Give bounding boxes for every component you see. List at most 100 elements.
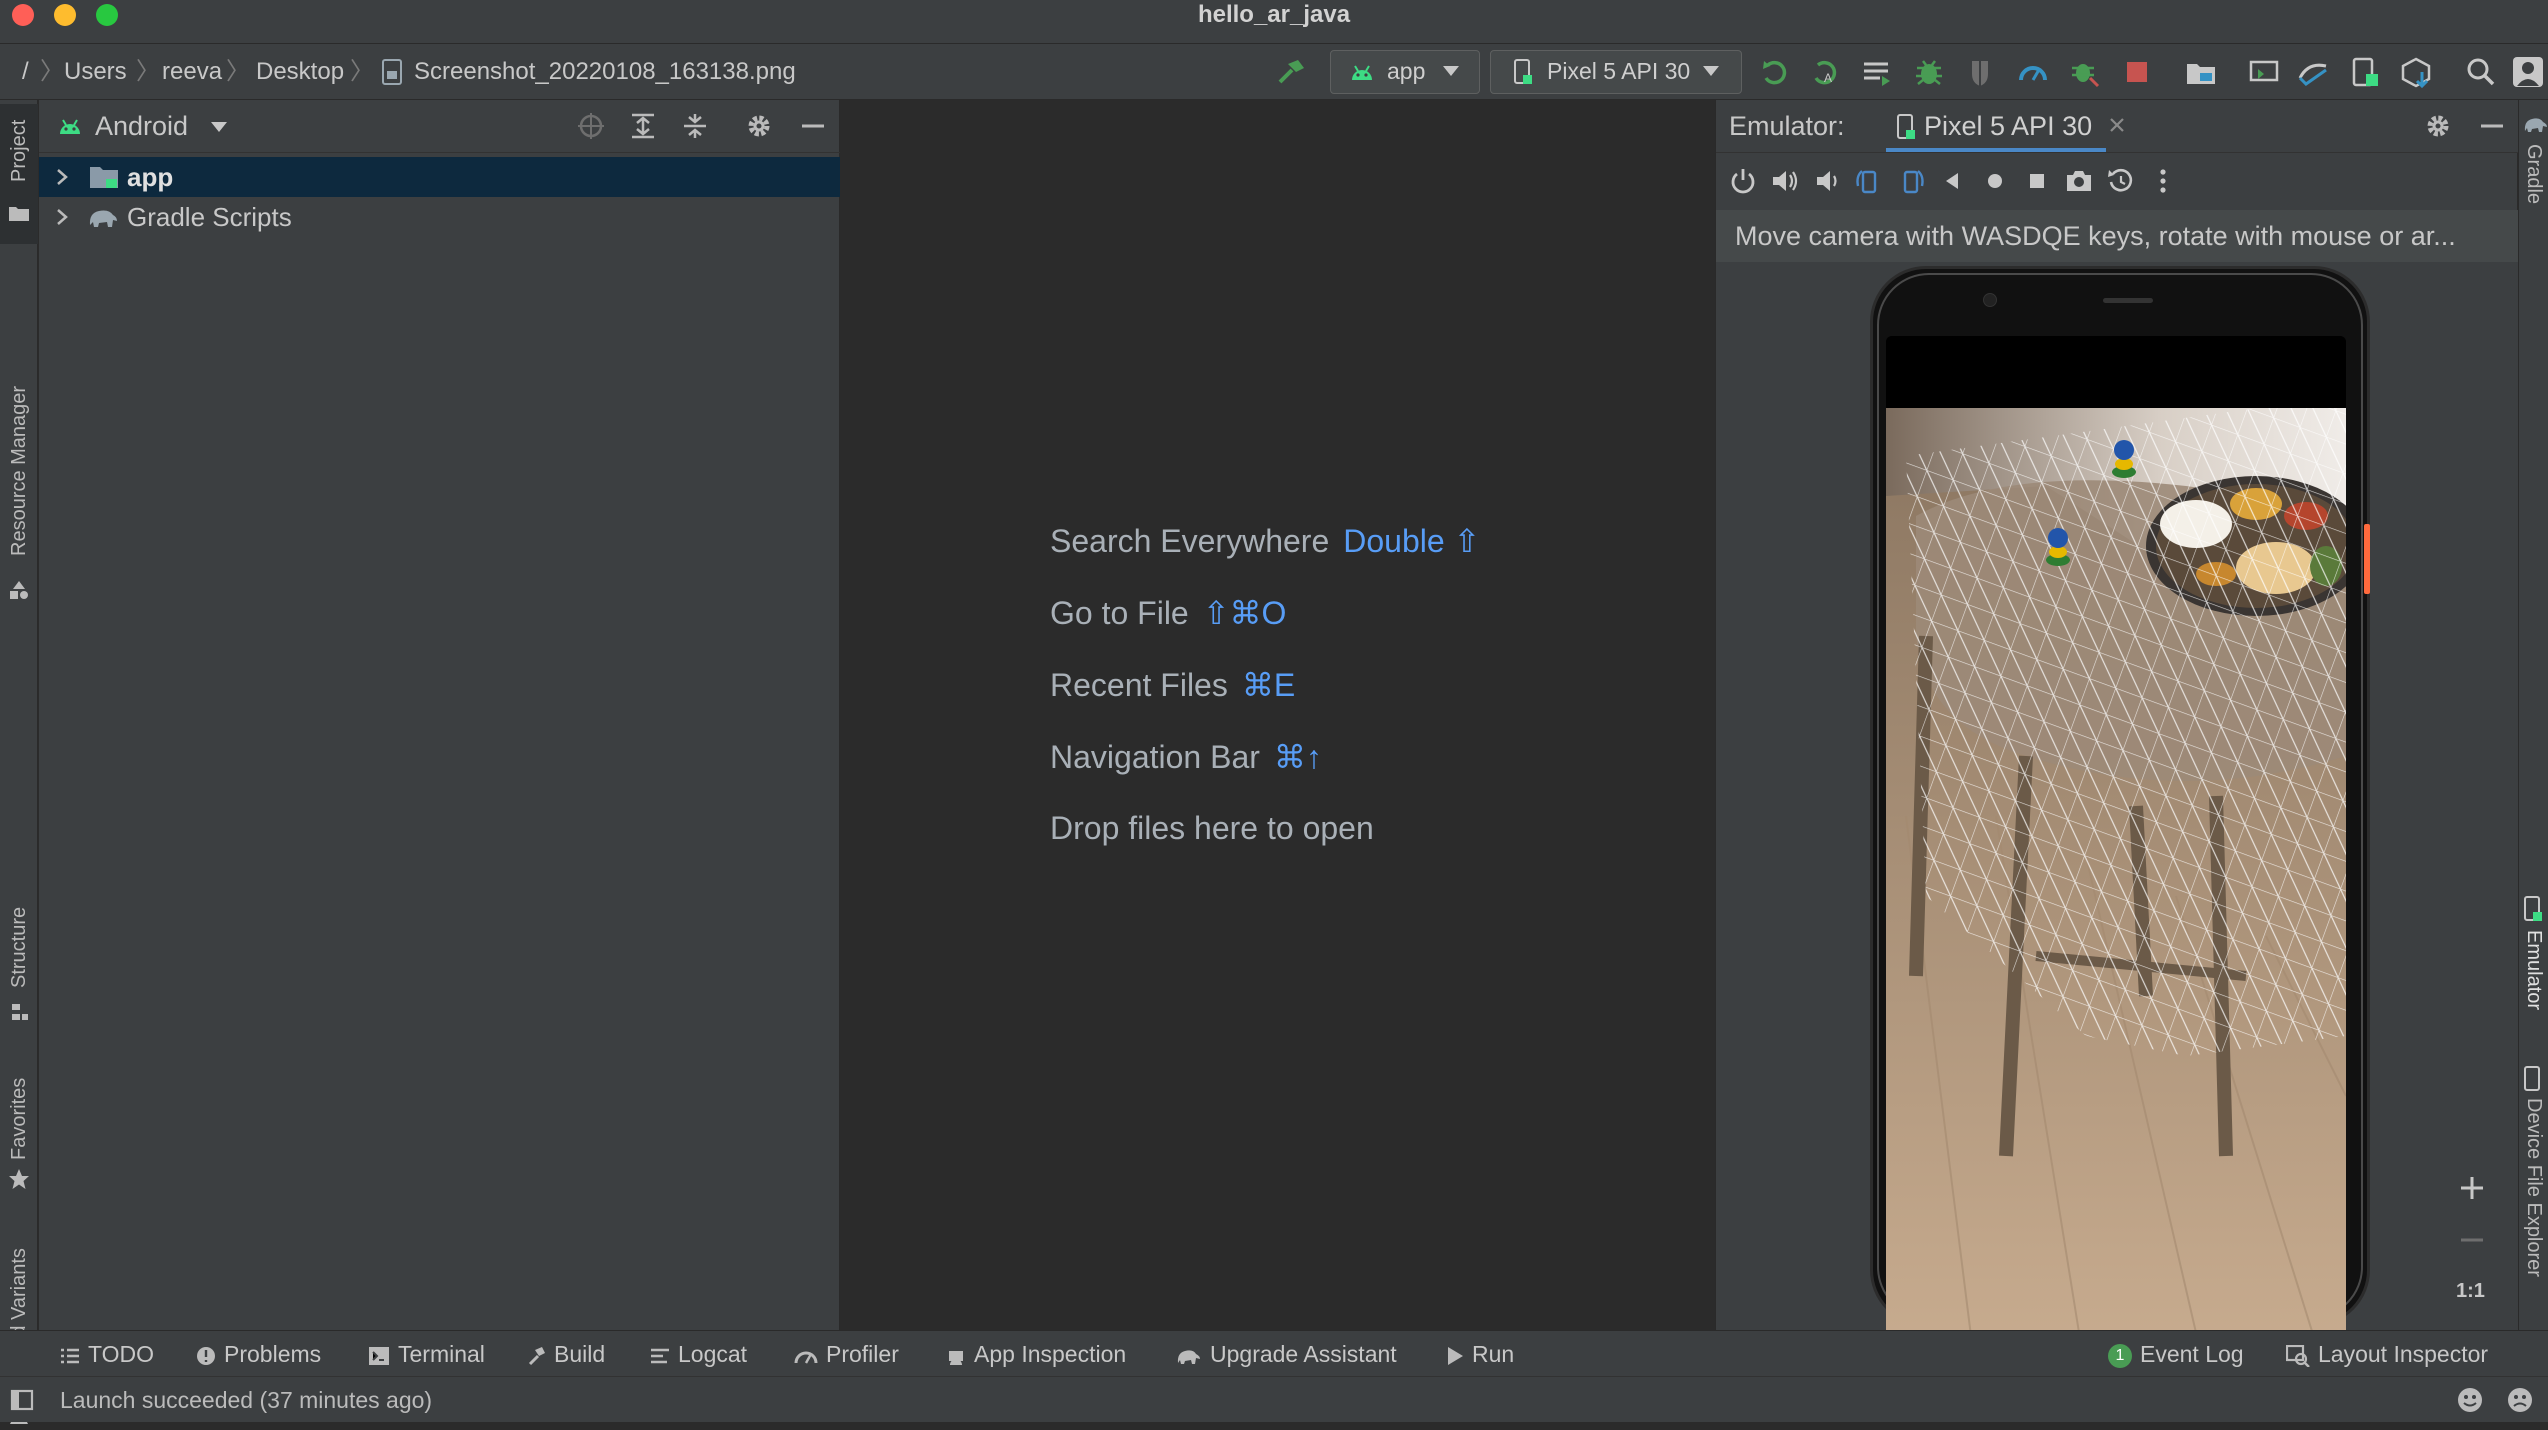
home-icon[interactable]	[1980, 166, 2010, 196]
search-icon[interactable]	[2464, 56, 2498, 88]
emulator-tab-label: Pixel 5 API 30	[1924, 111, 2093, 141]
tab-project[interactable]: Project	[0, 104, 38, 244]
snapshot-icon[interactable]	[2106, 166, 2136, 196]
phone-icon	[2523, 896, 2543, 922]
project-panel-header: Android	[39, 100, 840, 153]
apply-code-changes-icon[interactable]: A	[1808, 56, 1842, 88]
sync-gradle-icon[interactable]	[2296, 56, 2330, 88]
gradle-elephant-icon	[1176, 1346, 1202, 1366]
gear-icon[interactable]	[745, 112, 773, 140]
problems-icon	[196, 1346, 216, 1366]
tree-item-label: app	[127, 162, 174, 192]
rotate-left-icon[interactable]	[1854, 166, 1884, 196]
zoom-in-icon[interactable]	[2458, 1174, 2486, 1202]
project-structure-icon[interactable]	[2184, 56, 2218, 88]
tab-structure[interactable]: Structure	[0, 880, 38, 1080]
attach-debugger-icon[interactable]	[2068, 56, 2102, 88]
tab-app-inspection[interactable]: App Inspection	[946, 1331, 1126, 1377]
toggle-tool-windows-icon[interactable]	[10, 1389, 34, 1411]
smiley-feedback-icon[interactable]	[2456, 1386, 2484, 1414]
hint-recent-files: Recent Files ⌘E	[1050, 667, 1296, 703]
stop-icon[interactable]	[2120, 56, 2154, 88]
close-icon[interactable]	[2108, 116, 2126, 134]
breadcrumb-users[interactable]: Users	[64, 44, 127, 100]
tree-item-gradle-scripts[interactable]: Gradle Scripts	[39, 197, 840, 237]
breadcrumb-root[interactable]: /	[22, 44, 29, 100]
volume-down-icon[interactable]	[1812, 166, 1842, 196]
phone-icon	[1513, 59, 1533, 85]
tab-profiler[interactable]: Profiler	[794, 1331, 899, 1377]
device-file-explorer-icon	[2523, 1066, 2543, 1092]
chevron-right-icon[interactable]	[55, 208, 69, 226]
hint-search-everywhere: Search Everywhere Double ⇧	[1050, 523, 1481, 559]
coverage-shield-icon[interactable]	[1964, 56, 1998, 88]
breadcrumb-desktop[interactable]: Desktop	[256, 44, 344, 100]
hint-shortcut: Double ⇧	[1343, 523, 1481, 559]
zoom-actual-size-button[interactable]: 1:1	[2456, 1280, 2485, 1303]
locate-file-icon[interactable]	[577, 112, 605, 140]
resource-manager-icon	[8, 580, 30, 600]
avd-manager-icon[interactable]	[2348, 56, 2382, 88]
hide-panel-icon[interactable]	[2478, 112, 2506, 140]
emulator-device-tab[interactable]: Pixel 5 API 30	[1886, 100, 2106, 152]
tree-item-app[interactable]: app	[39, 157, 840, 197]
tab-event-log[interactable]: 1 Event Log	[2108, 1331, 2244, 1377]
apply-changes-restart-icon[interactable]	[1758, 56, 1792, 88]
tab-build[interactable]: Build	[526, 1331, 605, 1377]
emulator-header: Emulator: Pixel 5 API 30	[1716, 100, 2518, 153]
tab-logcat[interactable]: Logcat	[650, 1331, 747, 1377]
tab-resource-manager[interactable]: Resource Manager	[0, 260, 38, 610]
account-avatar-icon[interactable]	[2512, 56, 2546, 88]
run-config-selector[interactable]: app	[1330, 50, 1480, 94]
screenshot-camera-icon[interactable]	[2064, 166, 2094, 196]
tab-problems[interactable]: Problems	[196, 1331, 321, 1377]
frown-feedback-icon[interactable]	[2506, 1386, 2534, 1414]
zoom-out-icon[interactable]	[2458, 1226, 2486, 1254]
make-project-hammer-icon[interactable]	[1274, 56, 1308, 88]
tab-todo[interactable]: TODO	[60, 1331, 154, 1377]
sdk-manager-icon[interactable]	[2400, 56, 2434, 88]
rotate-right-icon[interactable]	[1896, 166, 1926, 196]
emulator-toolbar	[1716, 152, 2518, 210]
device-power-button[interactable]	[2364, 524, 2370, 594]
collapse-all-icon[interactable]	[681, 112, 709, 140]
chevron-down-icon	[1703, 66, 1719, 76]
left-tool-window-strip: Project Resource Manager Structure Favor…	[0, 100, 38, 1424]
profiler-gauge-icon	[794, 1347, 818, 1365]
status-bar: Launch succeeded (37 minutes ago)	[0, 1376, 2548, 1422]
back-icon[interactable]	[1938, 166, 1968, 196]
navigation-toolbar: / 〉 Users 〉 reeva 〉 Desktop 〉 Screenshot…	[0, 44, 2548, 100]
chevron-right-icon[interactable]	[55, 168, 69, 186]
device-screen[interactable]	[1886, 336, 2346, 1376]
chevron-down-icon[interactable]	[211, 122, 227, 132]
tab-terminal[interactable]: Terminal	[368, 1331, 485, 1377]
tree-item-label: Gradle Scripts	[127, 202, 292, 232]
hide-panel-icon[interactable]	[799, 112, 827, 140]
status-message: Launch succeeded (37 minutes ago)	[60, 1387, 433, 1413]
gradle-elephant-icon	[2523, 114, 2547, 134]
more-options-icon[interactable]	[2148, 166, 2178, 196]
project-view-selector[interactable]: Android	[95, 100, 188, 152]
tab-layout-inspector[interactable]: Layout Inspector	[2286, 1331, 2488, 1377]
tab-gradle[interactable]: Gradle	[2523, 114, 2548, 224]
expand-all-icon[interactable]	[629, 112, 657, 140]
android-icon	[57, 114, 83, 136]
tab-upgrade-assistant[interactable]: Upgrade Assistant	[1176, 1331, 1397, 1377]
editor-area[interactable]: Search Everywhere Double ⇧ Go to File ⇧⌘O …	[841, 100, 1714, 1330]
device-manager-icon[interactable]	[2248, 56, 2282, 88]
profiler-gauge-icon[interactable]	[2016, 56, 2050, 88]
hint-shortcut: ⌘↑	[1273, 739, 1322, 775]
overview-icon[interactable]	[2022, 166, 2052, 196]
breadcrumb-file[interactable]: Screenshot_20220108_163138.png	[414, 44, 796, 100]
emulator-display-area[interactable]: 1:1	[1716, 262, 2518, 1376]
debug-bug-icon[interactable]	[1912, 56, 1946, 88]
run-list-icon[interactable]	[1860, 56, 1894, 88]
emulator-label: Emulator:	[1729, 111, 1845, 141]
power-icon[interactable]	[1728, 166, 1758, 196]
tab-run[interactable]: Run	[1446, 1331, 1514, 1377]
gear-icon[interactable]	[2424, 112, 2452, 140]
emulator-panel: Emulator: Pixel 5 API 30 Move camera wit…	[1715, 100, 2537, 1376]
device-selector[interactable]: Pixel 5 API 30	[1490, 50, 1742, 94]
breadcrumb-reeva[interactable]: reeva	[162, 44, 222, 100]
volume-up-icon[interactable]	[1770, 166, 1800, 196]
